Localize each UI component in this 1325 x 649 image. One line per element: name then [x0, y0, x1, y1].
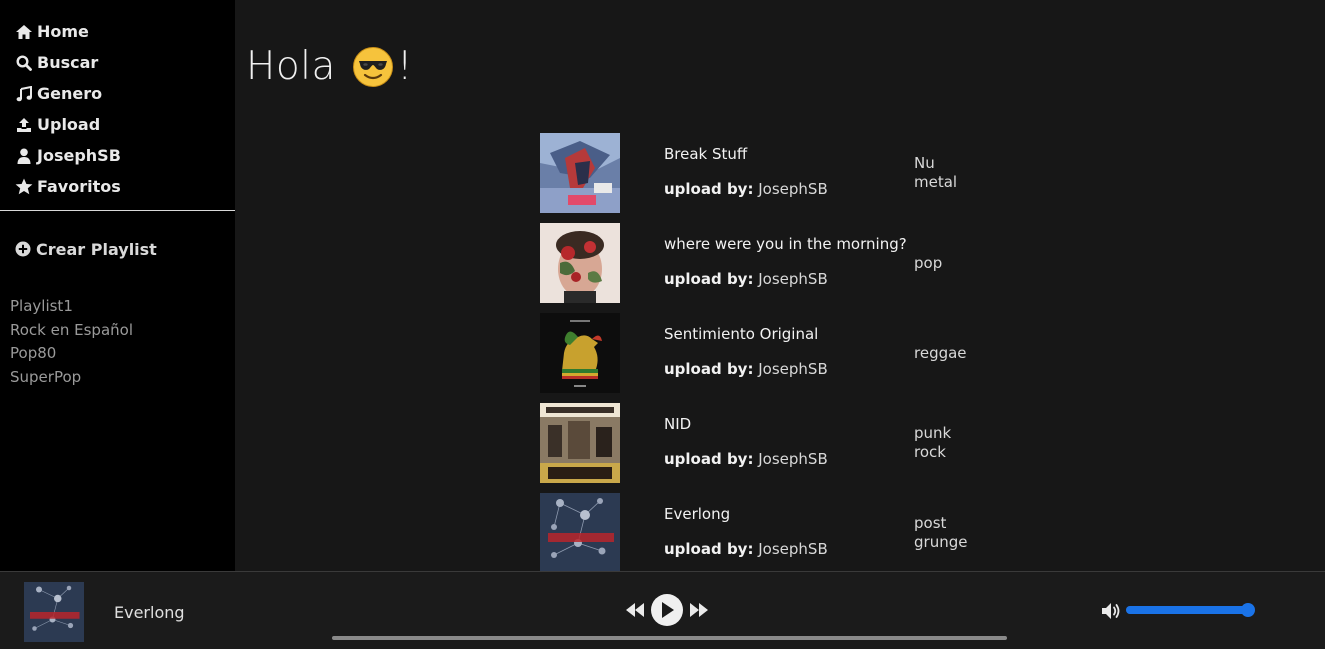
player-bar: Everlong: [0, 571, 1325, 649]
upload-icon: [14, 116, 34, 134]
upload-label: upload by:: [664, 360, 754, 378]
uploader-name[interactable]: JosephSB: [758, 360, 828, 378]
song-uploader: upload by: JosephSB: [664, 180, 828, 198]
rewind-icon[interactable]: [625, 603, 645, 617]
sidebar-item-upload[interactable]: Upload: [0, 109, 235, 140]
fast-forward-icon[interactable]: [689, 603, 709, 617]
album-cover-image: [540, 403, 620, 483]
song-genre: reggae: [914, 344, 967, 362]
create-playlist-button[interactable]: Crear Playlist: [14, 238, 157, 260]
sidebar-item-home[interactable]: Home: [0, 16, 235, 47]
song-row[interactable]: Sentimiento Original upload by: JosephSB…: [540, 313, 1100, 403]
plus-circle-icon: [14, 240, 32, 258]
play-button[interactable]: [651, 594, 683, 626]
sidebar-item-label: Favoritos: [37, 177, 121, 196]
search-icon: [14, 54, 34, 72]
volume-icon[interactable]: [1101, 602, 1121, 620]
album-cover-image: [540, 493, 620, 571]
volume-fill: [1126, 606, 1248, 614]
sidebar-item-label: Home: [37, 22, 89, 41]
song-row[interactable]: Everlong upload by: JosephSB post grunge: [540, 493, 1100, 571]
song-row[interactable]: Break Stuff upload by: JosephSB Nu metal: [540, 133, 1100, 223]
album-cover-image: [540, 133, 620, 213]
uploader-name[interactable]: JosephSB: [758, 540, 828, 558]
album-cover-image: [540, 223, 620, 303]
upload-label: upload by:: [664, 180, 754, 198]
home-icon: [14, 23, 34, 41]
sidebar-item-label: Upload: [37, 115, 101, 134]
sidebar: Home Buscar Genero Upload JosephSB Favor…: [0, 0, 235, 571]
now-playing-cover-image: [24, 582, 84, 642]
sidebar-item-favoritos[interactable]: Favoritos: [0, 171, 235, 202]
star-icon: [14, 178, 34, 196]
sidebar-item-label: Buscar: [37, 53, 99, 72]
song-title[interactable]: NID: [664, 415, 691, 433]
song-row[interactable]: where were you in the morning? upload by…: [540, 223, 1100, 313]
volume-thumb[interactable]: [1241, 603, 1255, 617]
playlist-item[interactable]: Pop80: [10, 343, 133, 367]
user-icon: [14, 147, 34, 165]
song-uploader: upload by: JosephSB: [664, 360, 828, 378]
upload-label: upload by:: [664, 540, 754, 558]
sidebar-divider: [0, 210, 235, 211]
song-uploader: upload by: JosephSB: [664, 270, 828, 288]
create-playlist-label: Crear Playlist: [36, 239, 157, 259]
uploader-name[interactable]: JosephSB: [758, 450, 828, 468]
sidebar-item-buscar[interactable]: Buscar: [0, 47, 235, 78]
song-uploader: upload by: JosephSB: [664, 450, 828, 468]
song-row[interactable]: NID upload by: JosephSB punk rock: [540, 403, 1100, 493]
volume-slider[interactable]: [1126, 603, 1255, 617]
greeting-text: Hola: [246, 44, 336, 89]
upload-label: upload by:: [664, 270, 754, 288]
song-title[interactable]: Everlong: [664, 505, 730, 523]
song-uploader: upload by: JosephSB: [664, 540, 828, 558]
song-title[interactable]: Sentimiento Original: [664, 325, 818, 343]
uploader-name[interactable]: JosephSB: [758, 180, 828, 198]
song-list: Break Stuff upload by: JosephSB Nu metal: [540, 133, 1100, 571]
now-playing-title: Everlong: [114, 603, 185, 622]
play-icon: [662, 602, 674, 618]
upload-label: upload by:: [664, 450, 754, 468]
song-title[interactable]: where were you in the morning?: [664, 235, 907, 253]
song-genre: pop: [914, 254, 943, 272]
page-title: Hola !: [246, 44, 413, 89]
playlist-item[interactable]: Playlist1: [10, 296, 133, 320]
song-genre: punk rock: [914, 424, 952, 461]
sidebar-item-label: JosephSB: [37, 146, 121, 165]
album-cover-image: [540, 313, 620, 393]
uploader-name[interactable]: JosephSB: [758, 270, 828, 288]
music-note-icon: [14, 85, 34, 103]
sidebar-nav: Home Buscar Genero Upload JosephSB Favor…: [0, 0, 235, 202]
progress-bar[interactable]: [332, 636, 1007, 640]
song-genre: Nu metal: [914, 154, 958, 191]
sidebar-item-label: Genero: [37, 84, 103, 103]
sidebar-item-genero[interactable]: Genero: [0, 78, 235, 109]
playlist-item[interactable]: Rock en Español: [10, 320, 133, 344]
playlist-list: Playlist1 Rock en Español Pop80 SuperPop: [10, 296, 133, 390]
music-app: Home Buscar Genero Upload JosephSB Favor…: [0, 0, 1325, 649]
sunglasses-emoji-icon: [352, 46, 394, 88]
song-genre: post grunge: [914, 514, 968, 551]
playlist-item[interactable]: SuperPop: [10, 367, 133, 391]
playback-controls: [625, 594, 709, 626]
song-title[interactable]: Break Stuff: [664, 145, 747, 163]
greeting-suffix: !: [396, 44, 414, 89]
sidebar-item-profile[interactable]: JosephSB: [0, 140, 235, 171]
